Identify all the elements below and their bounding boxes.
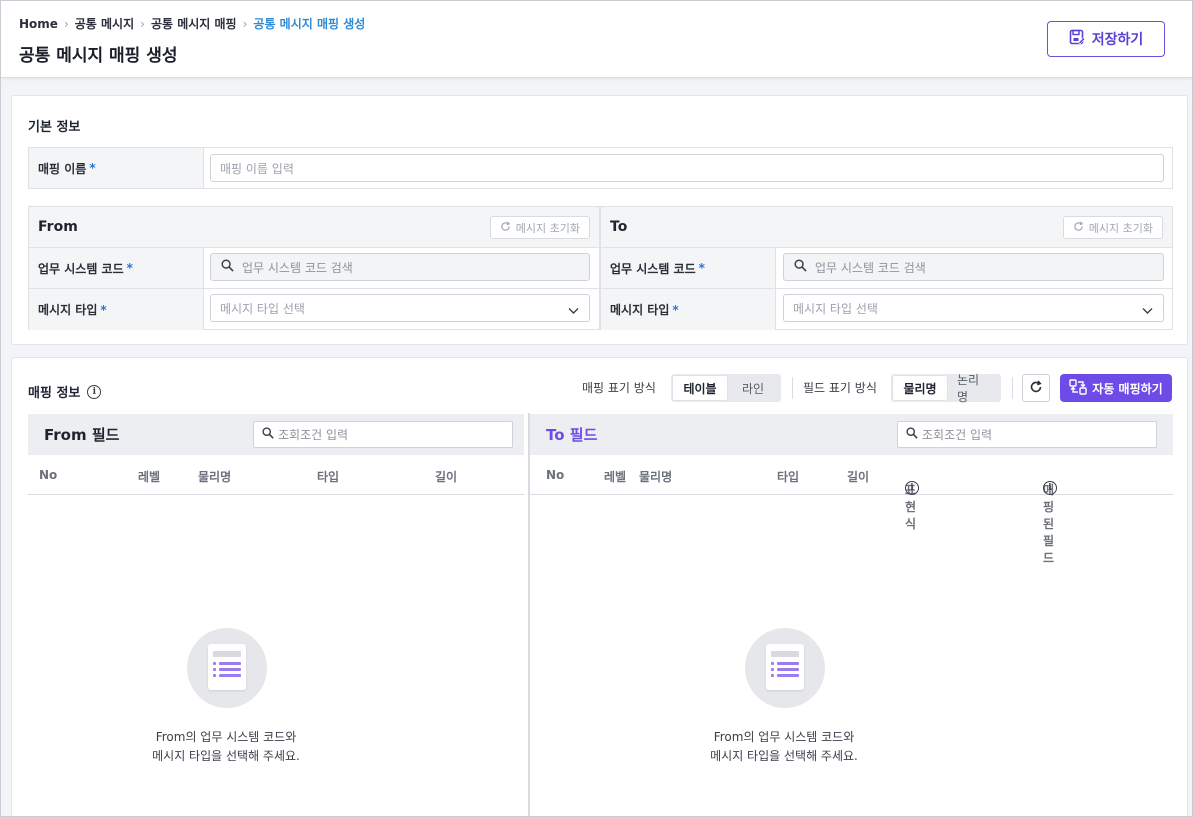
page-title: 공통 메시지 매핑 생성 bbox=[19, 46, 178, 66]
from-fields-pane: From 필드 조회조건 입력 No 레벨 물리명 타입 길이 From의 업무… bbox=[28, 414, 524, 816]
search-icon bbox=[794, 259, 807, 275]
info-icon[interactable]: i bbox=[1043, 481, 1057, 495]
from-fields-search-input[interactable]: 조회조건 입력 bbox=[253, 421, 513, 448]
divider bbox=[1012, 377, 1013, 399]
to-fields-title: To 필드 bbox=[546, 426, 598, 444]
breadcrumb-separator: › bbox=[63, 16, 69, 31]
save-label: 저장하기 bbox=[1091, 32, 1144, 48]
basic-info-card: 기본 정보 매핑 이름 * 매핑 이름 입력 From 메시지 초기화 업무 시스… bbox=[11, 95, 1188, 345]
app-window: Home › 공통 메시지 › 공통 메시지 매핑 › 공통 메시지 매핑 생성… bbox=[0, 0, 1193, 817]
breadcrumb-separator: › bbox=[140, 16, 145, 31]
save-edit-icon bbox=[1069, 29, 1086, 50]
to-title: To bbox=[610, 219, 628, 235]
mapping-info-title: 매핑 정보 i bbox=[28, 382, 102, 401]
display-mode-table[interactable]: 테이블 bbox=[673, 376, 727, 400]
display-mode-label: 매핑 표기 방식 bbox=[582, 381, 656, 395]
empty-document-icon bbox=[745, 628, 825, 708]
info-icon[interactable]: i bbox=[87, 384, 102, 399]
to-system-code-search[interactable]: 업무 시스템 코드 검색 bbox=[783, 253, 1164, 281]
refresh-icon bbox=[500, 220, 511, 235]
from-reset-button[interactable]: 메시지 초기화 bbox=[489, 216, 590, 239]
to-reset-button[interactable]: 메시지 초기화 bbox=[1062, 216, 1163, 239]
display-mode-toggle: 테이블 라인 bbox=[671, 374, 781, 402]
from-system-code-label: 업무 시스템 코드 * bbox=[29, 248, 204, 288]
column-header: 타입 bbox=[317, 470, 340, 484]
column-header: 길이 bbox=[847, 470, 870, 484]
breadcrumb-home[interactable]: Home bbox=[19, 17, 58, 31]
from-fields-header: No 레벨 물리명 타입 길이 bbox=[28, 455, 524, 495]
breadcrumb-common-message[interactable]: 공통 메시지 bbox=[75, 15, 134, 32]
chevron-down-icon bbox=[568, 304, 579, 318]
basic-info-title: 기본 정보 bbox=[28, 120, 81, 135]
info-icon[interactable]: i bbox=[905, 481, 919, 495]
breadcrumb-separator: › bbox=[242, 16, 248, 31]
from-message-type-label: 메시지 타입 * bbox=[29, 289, 204, 330]
from-fields-title: From 필드 bbox=[44, 426, 120, 444]
refresh-icon bbox=[1073, 220, 1084, 235]
search-icon bbox=[906, 427, 918, 442]
to-fields-header: No 레벨 물리명 타입 길이 표현식 i 매핑된 필드 i bbox=[530, 455, 1173, 565]
page-header: Home › 공통 메시지 › 공통 메시지 매핑 › 공통 메시지 매핑 생성… bbox=[1, 1, 1192, 78]
to-message-type-select[interactable]: 메시지 타입 선택 bbox=[783, 294, 1164, 322]
field-mode-logical[interactable]: 논리명 bbox=[947, 373, 999, 404]
auto-map-button[interactable]: 자동 매핑하기 bbox=[1060, 374, 1172, 402]
to-fields-search-input[interactable]: 조회조건 입력 bbox=[897, 421, 1157, 448]
mapping-name-label: 매핑 이름 * bbox=[29, 148, 204, 188]
column-header: 레벨 bbox=[604, 470, 627, 484]
field-mode-physical[interactable]: 물리명 bbox=[893, 376, 947, 400]
column-header: No bbox=[39, 468, 58, 482]
to-empty-message: From의 업무 시스템 코드와 메시지 타입을 선택해 주세요. bbox=[710, 730, 858, 763]
to-system-code-label: 업무 시스템 코드 * bbox=[601, 248, 776, 288]
to-fields-pane: To 필드 조회조건 입력 No 레벨 물리명 타입 길이 표현식 i 매핑된 필… bbox=[530, 414, 1173, 816]
from-message-type-select[interactable]: 메시지 타입 선택 bbox=[210, 294, 590, 322]
display-mode-line[interactable]: 라인 bbox=[727, 376, 779, 400]
breadcrumb-current: 공통 메시지 매핑 생성 bbox=[253, 17, 366, 31]
from-empty-message: From의 업무 시스템 코드와 메시지 타입을 선택해 주세요. bbox=[152, 730, 300, 763]
empty-document-icon bbox=[187, 628, 267, 708]
from-title: From bbox=[38, 219, 78, 235]
column-header: 레벨 bbox=[138, 470, 161, 484]
save-button[interactable]: 저장하기 bbox=[1047, 21, 1165, 57]
column-header: 물리명 bbox=[639, 470, 673, 484]
mapping-name-input[interactable]: 매핑 이름 입력 bbox=[210, 154, 1164, 182]
chevron-down-icon bbox=[1142, 304, 1153, 318]
search-icon bbox=[262, 427, 274, 442]
to-message-type-label: 메시지 타입 * bbox=[601, 289, 776, 330]
refresh-button[interactable] bbox=[1022, 374, 1050, 402]
auto-map-icon bbox=[1069, 378, 1087, 398]
field-mode-toggle: 물리명 논리명 bbox=[891, 373, 1001, 404]
mapping-info-card: 매핑 정보 i 매핑 표기 방식 테이블 라인 필드 표기 방식 물리명 논리명… bbox=[11, 357, 1188, 816]
field-mode-label: 필드 표기 방식 bbox=[803, 381, 877, 395]
divider bbox=[792, 377, 793, 399]
pane-divider[interactable] bbox=[528, 413, 530, 816]
breadcrumb-message-mapping[interactable]: 공통 메시지 매핑 bbox=[151, 15, 237, 32]
column-header: 타입 bbox=[777, 470, 800, 484]
search-icon bbox=[221, 259, 234, 275]
column-header: 물리명 bbox=[198, 470, 232, 484]
column-header: No bbox=[546, 468, 565, 482]
from-system-code-search[interactable]: 업무 시스템 코드 검색 bbox=[210, 253, 590, 281]
refresh-icon bbox=[1029, 379, 1043, 398]
column-header: 길이 bbox=[435, 470, 458, 484]
breadcrumb: Home › 공통 메시지 › 공통 메시지 매핑 › 공통 메시지 매핑 생성 bbox=[19, 15, 365, 32]
